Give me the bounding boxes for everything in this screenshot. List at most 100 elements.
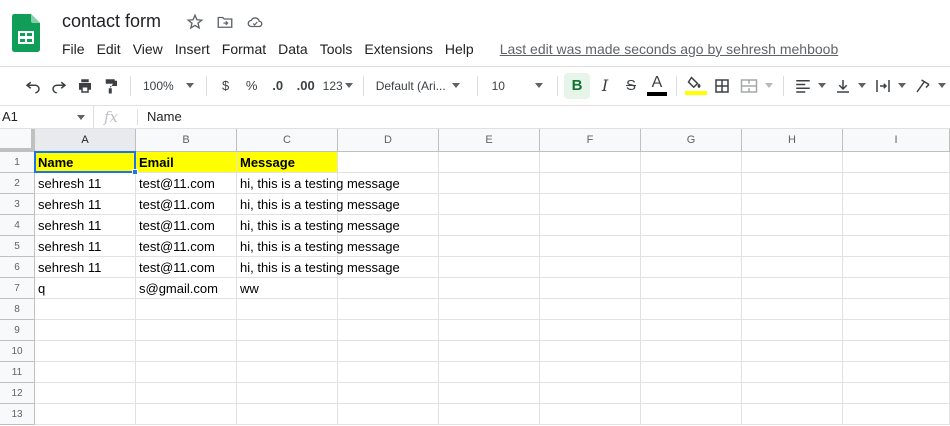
cell-h4[interactable] xyxy=(742,215,843,236)
column-header-g[interactable]: G xyxy=(641,129,742,152)
cell-a3[interactable]: sehresh 11 xyxy=(35,194,136,215)
cell-f10[interactable] xyxy=(540,341,641,362)
font-select[interactable]: Default (Ari... xyxy=(370,79,471,93)
cell-g13[interactable] xyxy=(641,404,742,425)
currency-format-button[interactable]: $ xyxy=(213,73,239,99)
more-formats-select[interactable]: 123 xyxy=(319,79,357,93)
formula-input[interactable]: Name xyxy=(147,106,182,128)
row-header-3[interactable]: 3 xyxy=(0,194,35,215)
paint-format-button[interactable] xyxy=(98,73,124,99)
cell-e11[interactable] xyxy=(439,362,540,383)
cell-b10[interactable] xyxy=(136,341,237,362)
column-header-h[interactable]: H xyxy=(742,129,843,152)
cell-d10[interactable] xyxy=(338,341,439,362)
cell-d12[interactable] xyxy=(338,383,439,404)
cell-e1[interactable] xyxy=(439,152,540,173)
row-header-1[interactable]: 1 xyxy=(0,152,35,173)
menu-help[interactable]: Help xyxy=(439,40,480,58)
percent-format-button[interactable]: % xyxy=(239,73,265,99)
cell-a6[interactable]: sehresh 11 xyxy=(35,257,136,278)
row-header-12[interactable]: 12 xyxy=(0,383,35,404)
strikethrough-button[interactable]: S xyxy=(618,73,644,99)
cloud-status-icon[interactable] xyxy=(246,13,264,31)
cell-g5[interactable] xyxy=(641,236,742,257)
cell-g1[interactable] xyxy=(641,152,742,173)
menu-extensions[interactable]: Extensions xyxy=(358,40,438,58)
cell-g9[interactable] xyxy=(641,320,742,341)
cell-e10[interactable] xyxy=(439,341,540,362)
cell-d1[interactable] xyxy=(338,152,439,173)
fill-handle[interactable] xyxy=(132,169,138,175)
spreadsheet-grid[interactable]: A B C D E F G H I 1 Name Email Message 2 sehresh 11 tes… xyxy=(0,129,950,426)
cell-c10[interactable] xyxy=(237,341,338,362)
cell-g7[interactable] xyxy=(641,278,742,299)
cell-b11[interactable] xyxy=(136,362,237,383)
cell-f2[interactable] xyxy=(540,173,641,194)
cell-c13[interactable] xyxy=(237,404,338,425)
menu-tools[interactable]: Tools xyxy=(314,40,359,58)
row-header-7[interactable]: 7 xyxy=(0,278,35,299)
column-header-i[interactable]: I xyxy=(843,129,950,152)
cell-b7[interactable]: s@gmail.com xyxy=(136,278,237,299)
decrease-decimal-button[interactable]: .0 xyxy=(265,73,291,99)
cell-c7[interactable]: ww xyxy=(237,278,338,299)
row-header-2[interactable]: 2 xyxy=(0,173,35,194)
cell-g3[interactable] xyxy=(641,194,742,215)
print-button[interactable] xyxy=(72,73,98,99)
cell-h8[interactable] xyxy=(742,299,843,320)
cell-e2[interactable] xyxy=(439,173,540,194)
move-folder-icon[interactable] xyxy=(216,13,234,31)
last-edit-link[interactable]: Last edit was made seconds ago by sehres… xyxy=(500,41,839,57)
row-header-4[interactable]: 4 xyxy=(0,215,35,236)
cell-f9[interactable] xyxy=(540,320,641,341)
cell-i1[interactable] xyxy=(843,152,950,173)
redo-button[interactable] xyxy=(46,73,72,99)
cell-i2[interactable] xyxy=(843,173,950,194)
row-header-10[interactable]: 10 xyxy=(0,341,35,362)
cell-b13[interactable] xyxy=(136,404,237,425)
cell-i13[interactable] xyxy=(843,404,950,425)
bold-button[interactable]: B xyxy=(564,72,590,99)
row-header-9[interactable]: 9 xyxy=(0,320,35,341)
cell-a8[interactable] xyxy=(35,299,136,320)
menu-insert[interactable]: Insert xyxy=(169,40,216,58)
cell-h5[interactable] xyxy=(742,236,843,257)
menu-format[interactable]: Format xyxy=(216,40,272,58)
document-title[interactable]: contact form xyxy=(62,11,161,32)
cell-c8[interactable] xyxy=(237,299,338,320)
cell-b9[interactable] xyxy=(136,320,237,341)
cell-a11[interactable] xyxy=(35,362,136,383)
cell-a5[interactable]: sehresh 11 xyxy=(35,236,136,257)
cell-a4[interactable]: sehresh 11 xyxy=(35,215,136,236)
cell-c6[interactable]: hi, this is a testing message xyxy=(237,257,400,278)
fill-color-button[interactable] xyxy=(683,73,709,99)
cell-a9[interactable] xyxy=(35,320,136,341)
cell-i12[interactable] xyxy=(843,383,950,404)
sheets-logo-icon[interactable] xyxy=(12,14,40,52)
row-header-5[interactable]: 5 xyxy=(0,236,35,257)
cell-i4[interactable] xyxy=(843,215,950,236)
cell-c2[interactable]: hi, this is a testing message xyxy=(237,173,400,194)
cell-f4[interactable] xyxy=(540,215,641,236)
cell-b3[interactable]: test@11.com xyxy=(136,194,237,215)
cell-d8[interactable] xyxy=(338,299,439,320)
column-header-b[interactable]: B xyxy=(136,129,237,152)
cell-h13[interactable] xyxy=(742,404,843,425)
menu-view[interactable]: View xyxy=(127,40,169,58)
cell-c4[interactable]: hi, this is a testing message xyxy=(237,215,400,236)
increase-decimal-button[interactable]: .00 xyxy=(293,73,319,99)
cell-c1[interactable]: Message xyxy=(237,152,338,173)
row-header-11[interactable]: 11 xyxy=(0,362,35,383)
cell-h2[interactable] xyxy=(742,173,843,194)
cell-e9[interactable] xyxy=(439,320,540,341)
cell-b5[interactable]: test@11.com xyxy=(136,236,237,257)
merge-cells-button[interactable] xyxy=(735,77,777,95)
cell-g12[interactable] xyxy=(641,383,742,404)
cell-g6[interactable] xyxy=(641,257,742,278)
cell-h9[interactable] xyxy=(742,320,843,341)
cell-f7[interactable] xyxy=(540,278,641,299)
text-color-button[interactable]: A xyxy=(644,73,670,99)
cell-e7[interactable] xyxy=(439,278,540,299)
cell-d7[interactable] xyxy=(338,278,439,299)
cell-f5[interactable] xyxy=(540,236,641,257)
